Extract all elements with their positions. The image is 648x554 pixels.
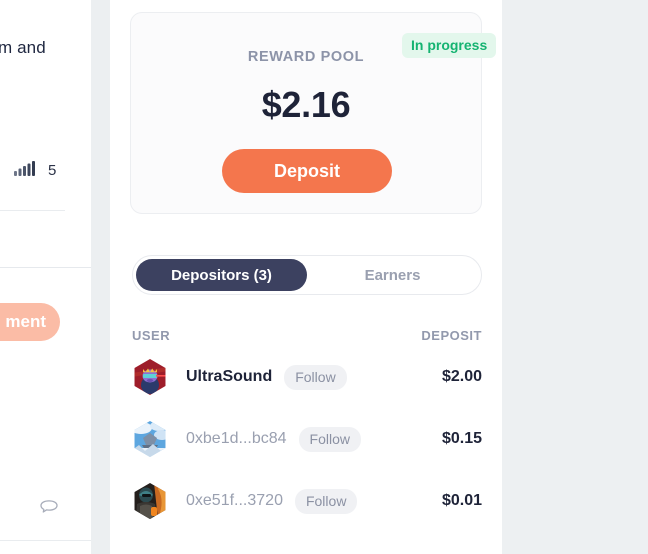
left-stat: 5 — [14, 160, 56, 181]
tab-earners[interactable]: Earners — [307, 259, 478, 291]
avatar-sky[interactable] — [134, 421, 166, 457]
left-divider-mid — [0, 267, 91, 268]
follow-button[interactable]: Follow — [284, 364, 347, 390]
row-user-name: UltraSound — [186, 368, 273, 385]
panel-gap — [91, 0, 110, 554]
row-deposit-amount: $0.01 — [441, 492, 482, 509]
column-header-deposit: DEPOSIT — [421, 328, 482, 343]
row-deposit-amount: $2.00 — [441, 368, 482, 385]
deposit-button[interactable]: Deposit — [222, 149, 392, 193]
follow-button[interactable]: Follow — [298, 426, 361, 452]
main-column: REWARD POOL $2.16 Deposit In progress De… — [110, 0, 502, 554]
left-divider-top — [0, 210, 65, 211]
signal-bars-icon — [14, 160, 36, 181]
table-row[interactable]: 0xbe1d...bc84 Follow $0.15 — [132, 417, 482, 461]
app-root: m and 5 ment REWARD POOL $2.16 Deposit I… — [0, 0, 648, 554]
list-header: USER DEPOSIT — [132, 328, 482, 343]
page-background-right — [502, 0, 648, 554]
tab-switcher: Depositors (3) Earners — [132, 255, 482, 295]
row-user-name: 0xbe1d...bc84 — [186, 430, 287, 447]
left-stat-value: 5 — [48, 162, 57, 179]
status-badge: In progress — [402, 33, 497, 58]
reward-pool-amount: $2.16 — [261, 84, 351, 125]
avatar-figure[interactable] — [134, 483, 166, 519]
table-row[interactable]: 0xe51f...3720 Follow $0.01 — [132, 479, 482, 523]
comment-bubble-icon[interactable] — [38, 497, 60, 524]
avatar-ultrasound[interactable] — [134, 359, 166, 395]
table-row[interactable]: UltraSound Follow $2.00 — [132, 355, 482, 399]
tab-depositors[interactable]: Depositors (3) — [136, 259, 307, 291]
left-panel: m and 5 ment — [0, 0, 91, 554]
row-user-name: 0xe51f...3720 — [186, 492, 283, 509]
left-action-pill-label: ment — [5, 312, 46, 331]
left-divider-bottom — [0, 540, 91, 541]
left-action-pill-button[interactable]: ment — [0, 303, 60, 341]
follow-button[interactable]: Follow — [294, 488, 358, 514]
column-header-user: USER — [132, 328, 171, 343]
left-text-fragment: m and — [0, 38, 46, 57]
row-deposit-amount: $0.15 — [441, 430, 482, 447]
